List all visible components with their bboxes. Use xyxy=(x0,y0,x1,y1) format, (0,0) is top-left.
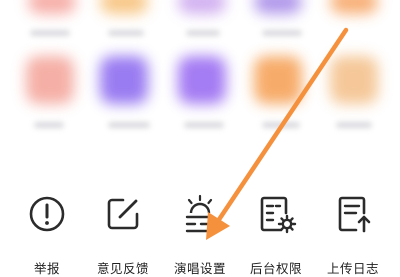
exclamation-circle-icon xyxy=(25,192,69,236)
document-gear-icon xyxy=(254,192,298,236)
background-permission-button[interactable]: 后台权限 xyxy=(236,192,316,277)
blurred-label xyxy=(262,122,300,128)
blurred-app-2 xyxy=(100,0,148,14)
blurred-app-6 xyxy=(26,56,74,104)
feedback-button[interactable]: 意见反馈 xyxy=(83,192,163,277)
singing-settings-label: 演唱设置 xyxy=(173,261,226,276)
report-label: 举报 xyxy=(33,261,60,276)
blurred-label xyxy=(336,122,372,128)
blurred-app-4 xyxy=(254,0,302,14)
blurred-label xyxy=(30,30,70,36)
blurred-label xyxy=(186,30,220,36)
blurred-app-7 xyxy=(100,56,148,104)
blurred-app-5 xyxy=(330,0,378,14)
singer-settings-icon xyxy=(178,192,222,236)
blurred-label xyxy=(34,122,64,128)
upload-log-button[interactable]: 上传日志 xyxy=(313,192,393,277)
singing-settings-button[interactable]: 演唱设置 xyxy=(160,192,240,277)
report-button[interactable]: 举报 xyxy=(7,192,87,277)
edit-square-icon xyxy=(101,192,145,236)
blurred-app-grid-row-1 xyxy=(0,0,400,40)
blurred-app-3 xyxy=(178,0,226,14)
blurred-app-1 xyxy=(28,0,76,14)
feedback-label: 意见反馈 xyxy=(96,261,149,276)
blurred-label xyxy=(108,30,144,36)
blurred-app-grid-row-2 xyxy=(0,50,400,140)
blurred-app-8 xyxy=(178,56,226,104)
blurred-label xyxy=(184,122,224,128)
blurred-label xyxy=(262,30,302,36)
background-permission-label: 后台权限 xyxy=(249,261,302,276)
blurred-label xyxy=(108,122,150,128)
blurred-app-10 xyxy=(330,56,378,104)
blurred-app-9 xyxy=(254,56,302,104)
upload-log-label: 上传日志 xyxy=(326,261,379,276)
bottom-action-bar: 举报 意见反馈 演唱设置 后台权限 上传日志 xyxy=(0,182,400,276)
document-upload-icon xyxy=(331,192,375,236)
